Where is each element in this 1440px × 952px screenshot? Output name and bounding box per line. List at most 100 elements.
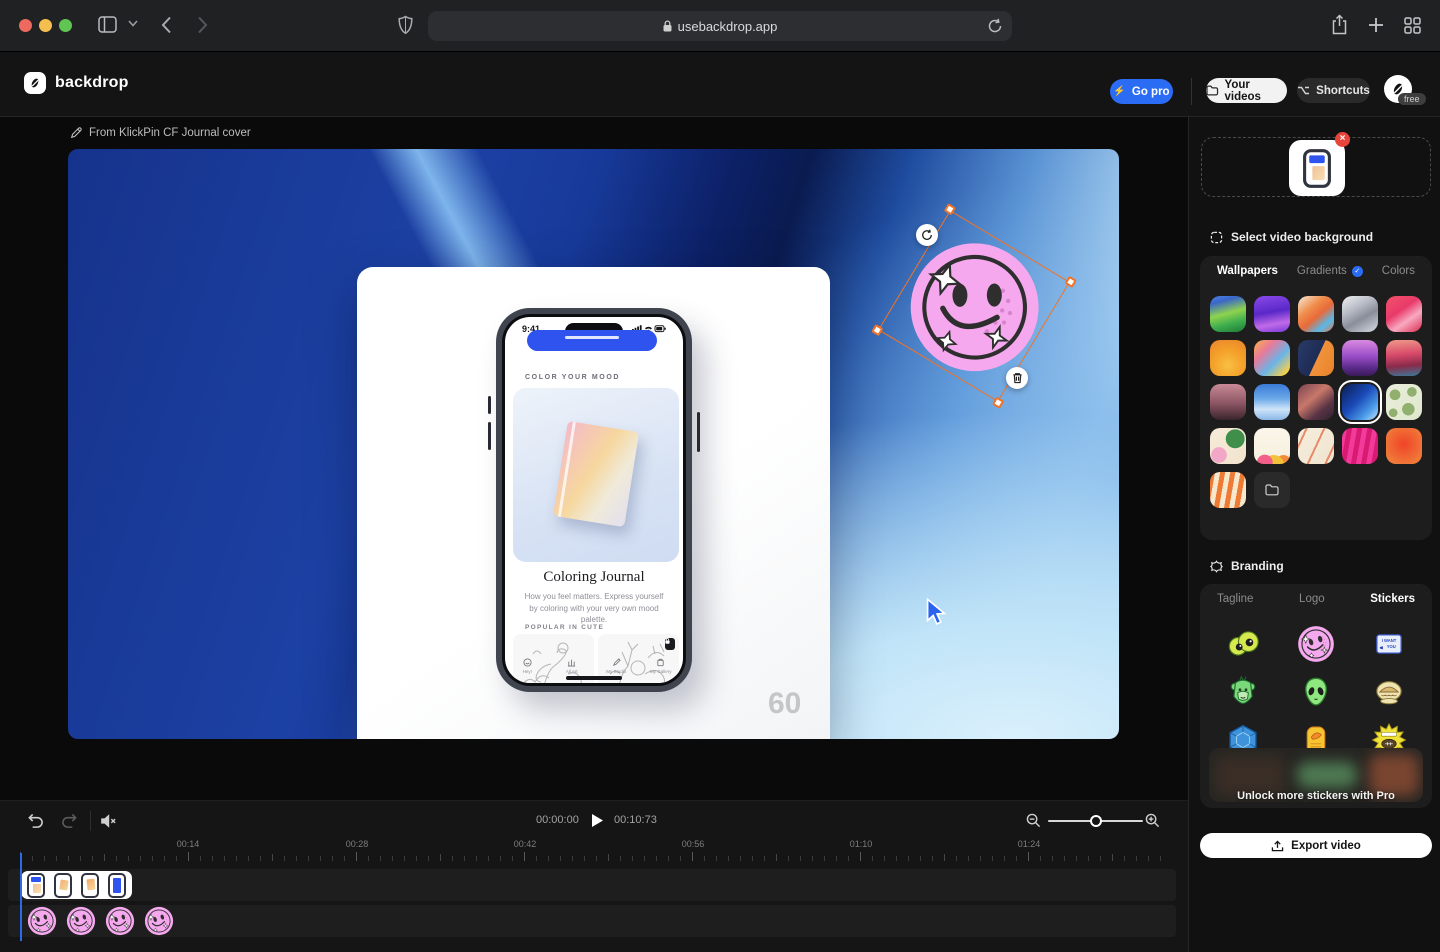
wallpaper-orange-swirl[interactable]: [1298, 296, 1334, 332]
wallpaper-sky-clouds[interactable]: [1254, 384, 1290, 420]
ruler-tick: [716, 856, 717, 861]
ruler-tick: [32, 856, 33, 861]
sidebar-toggle-icon[interactable]: [98, 16, 117, 33]
wallpaper-cobalt-silk[interactable]: [1342, 384, 1378, 420]
ruler-tick: [524, 852, 525, 861]
back-button[interactable]: [161, 16, 172, 34]
delete-sticker-button[interactable]: [1006, 367, 1028, 389]
reload-icon[interactable]: [988, 18, 1002, 37]
tab-wallpapers[interactable]: Wallpapers: [1217, 265, 1278, 277]
new-tab-icon[interactable]: [1368, 17, 1384, 33]
window-close-button[interactable]: [19, 19, 32, 32]
tab-overview-icon[interactable]: [1404, 17, 1421, 34]
wallpaper-purple-peaks[interactable]: [1342, 340, 1378, 376]
tab-label: Colors: [1382, 265, 1415, 277]
export-video-button[interactable]: Export video: [1200, 833, 1432, 858]
ruler-tick: [584, 856, 585, 861]
resize-handle[interactable]: [944, 203, 956, 215]
wallpaper-purple-dunes[interactable]: [1254, 296, 1290, 332]
url-text: usebackdrop.app: [678, 19, 778, 34]
wallpaper-silver-wave[interactable]: [1342, 296, 1378, 332]
sticker-gorilla-green[interactable]: [1206, 670, 1279, 714]
tab-tagline[interactable]: Tagline: [1217, 593, 1253, 605]
rotate-sticker-button[interactable]: [916, 224, 938, 246]
timeline-ruler[interactable]: 00:1400:2800:4200:5601:1001:24: [0, 839, 1176, 863]
play-button[interactable]: [591, 813, 604, 828]
video-asset-thumbnail[interactable]: [1289, 140, 1345, 196]
address-bar[interactable]: usebackdrop.app: [428, 11, 1012, 41]
tab-label: Tagline: [1217, 593, 1253, 605]
wallpaper-ember-wave[interactable]: [1298, 384, 1334, 420]
asset-phone-thumb: [1303, 149, 1331, 188]
wallpaper-gradient-blur[interactable]: [1254, 340, 1290, 376]
wallpaper-magenta-swirl[interactable]: [1342, 428, 1378, 464]
shortcuts-button[interactable]: Shortcuts: [1297, 78, 1370, 103]
zoom-out-button[interactable]: [1026, 813, 1041, 828]
resize-handle[interactable]: [1065, 276, 1077, 288]
wallpaper-crimson-lake[interactable]: [1386, 340, 1422, 376]
sticker-clip[interactable]: [21, 907, 180, 935]
ruler-tick: [392, 856, 393, 861]
zoom-slider-knob[interactable]: [1090, 815, 1102, 827]
ruler-tick: [236, 856, 237, 861]
go-pro-button[interactable]: ⚡ Go pro: [1110, 79, 1173, 104]
wallpaper-leaf-collage[interactable]: [1210, 428, 1246, 464]
ruler-tick: [1016, 856, 1017, 861]
wallpaper-bigsur-pink[interactable]: [1386, 296, 1422, 332]
ruler-tick: [608, 854, 609, 861]
active-asset-slot[interactable]: ×: [1201, 137, 1431, 197]
sticker-smiley-pink[interactable]: [1279, 622, 1352, 666]
ruler-tick: [1028, 852, 1029, 861]
resize-handle[interactable]: [992, 397, 1004, 409]
blurred-sticker: [1297, 762, 1357, 788]
tab-stickers[interactable]: Stickers: [1370, 593, 1415, 605]
your-videos-button[interactable]: Your videos: [1206, 78, 1287, 103]
share-icon[interactable]: [1331, 14, 1348, 36]
sticker-eyes-green[interactable]: [1206, 622, 1279, 666]
phone-screen: 9:41 COLOR YOUR MOOD Coloring Journal: [505, 317, 683, 683]
wallpaper-coral-glow[interactable]: [1386, 428, 1422, 464]
remove-asset-button[interactable]: ×: [1335, 132, 1350, 147]
wallpaper-mauve-dusk[interactable]: [1210, 384, 1246, 420]
window-zoom-button[interactable]: [59, 19, 72, 32]
wallpaper-poppy-orange[interactable]: [1210, 340, 1246, 376]
ruler-tick: [404, 856, 405, 861]
ruler-label: 01:10: [850, 839, 873, 849]
sticker-selection-box[interactable]: [878, 210, 1070, 402]
tab-logo[interactable]: Logo: [1299, 593, 1325, 605]
privacy-shield-icon[interactable]: [398, 15, 413, 35]
redo-button[interactable]: [61, 813, 78, 829]
canvas-smiley-sticker[interactable]: [890, 222, 1059, 391]
brand[interactable]: backdrop: [24, 72, 129, 94]
zoom-in-button[interactable]: [1145, 813, 1160, 828]
pro-stickers-banner[interactable]: Unlock more stickers with Pro: [1209, 748, 1423, 802]
sticker-taco-cream[interactable]: [1353, 670, 1426, 714]
video-clip[interactable]: [21, 871, 132, 899]
wallpaper-sage-matisse[interactable]: [1386, 384, 1422, 420]
window-minimize-button[interactable]: [39, 19, 52, 32]
wallpaper-navy-orange[interactable]: [1298, 340, 1334, 376]
video-canvas[interactable]: 9:41 COLOR YOUR MOOD Coloring Journal: [68, 149, 1119, 739]
wallpaper-squiggle-cream[interactable]: [1298, 428, 1334, 464]
mute-button[interactable]: [100, 813, 117, 829]
resize-handle[interactable]: [871, 324, 883, 336]
ruler-tick: [260, 856, 261, 861]
sticker-i-want-you-badge[interactable]: [1353, 622, 1426, 666]
wallpaper-tiger-waves[interactable]: [1210, 472, 1246, 508]
phone-eyebrow: COLOR YOUR MOOD: [525, 374, 620, 381]
wallpaper-sonoma-green[interactable]: [1210, 296, 1246, 332]
chevron-down-icon[interactable]: [128, 20, 138, 27]
undo-button[interactable]: [27, 813, 44, 829]
ruler-tick: [572, 856, 573, 861]
source-label-row[interactable]: From KlickPin CF Journal cover: [70, 127, 251, 139]
tab-gradients[interactable]: Gradients✓: [1297, 265, 1363, 277]
sticker-alien-green[interactable]: [1279, 670, 1352, 714]
ruler-tick: [92, 856, 93, 861]
tab-colors[interactable]: Colors: [1382, 265, 1415, 277]
ruler-tick: [116, 856, 117, 861]
wallpaper-upload-folder[interactable]: [1254, 472, 1290, 508]
forward-button[interactable]: [197, 16, 208, 34]
zoom-slider[interactable]: [1048, 820, 1143, 822]
wallpaper-arch-collage[interactable]: [1254, 428, 1290, 464]
branding-icon: [1210, 560, 1223, 573]
